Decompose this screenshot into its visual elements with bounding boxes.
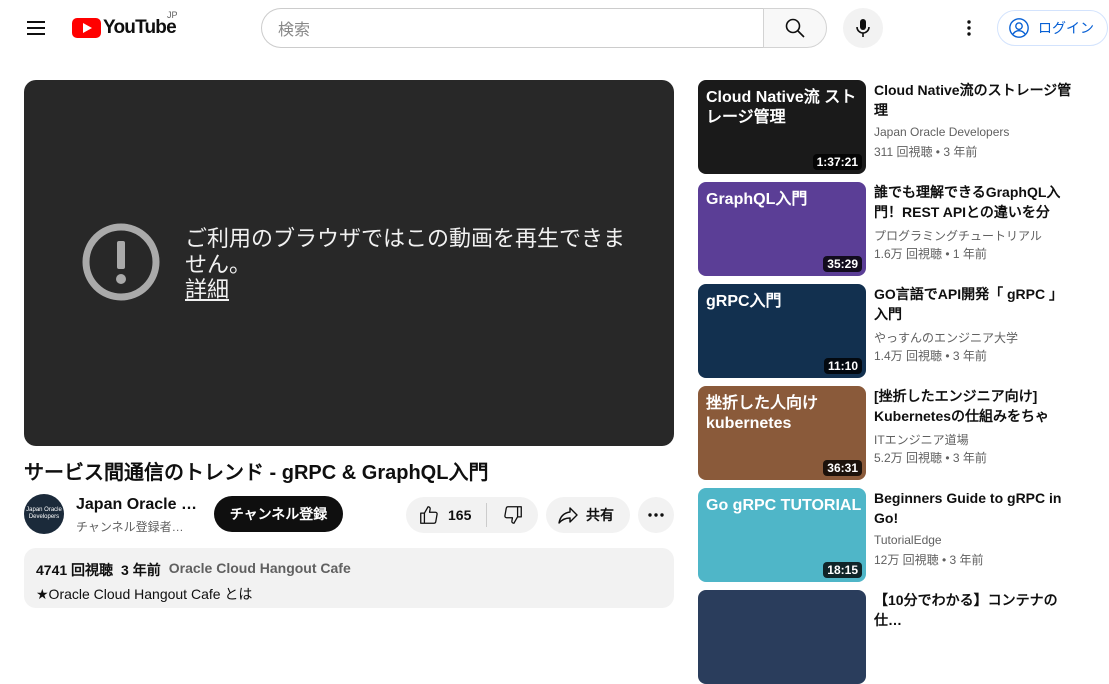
- search-bar: 検索: [261, 8, 827, 48]
- thumbnail-text: Go gRPC TUTORIAL: [706, 497, 862, 514]
- top-bar: YouTube JP 検索 ログイン: [0, 0, 1109, 56]
- video-player[interactable]: ご利用のブラウザではこの動画を再生できません。 詳細: [24, 80, 674, 446]
- thumbnail-text: gRPC入門: [706, 293, 782, 310]
- recommendation-stats: 311 回視聴 • 3 年前: [874, 145, 978, 159]
- thumbnail-text: 挫折した人向け kubernetes: [706, 395, 819, 432]
- description-text: ★Oracle Cloud Hangout Cafe とは: [36, 586, 253, 602]
- video-thumbnail[interactable]: 挫折した人向け kubernetes 36:31: [698, 386, 866, 480]
- dislike-button[interactable]: [487, 497, 538, 533]
- subscribe-button[interactable]: チャンネル登録: [214, 496, 343, 532]
- channel-avatar[interactable]: Japan Oracle Developers: [24, 494, 64, 534]
- settings-more-button[interactable]: [953, 12, 985, 44]
- video-thumbnail[interactable]: GraphQL入門 35:29: [698, 182, 866, 276]
- thumbs-down-icon: [503, 506, 522, 524]
- share-icon: [558, 507, 578, 524]
- duration-badge: 36:31: [823, 460, 862, 476]
- video-thumbnail[interactable]: Go gRPC TUTORIAL 18:15: [698, 488, 866, 582]
- avatar-text: Japan Oracle Developers: [26, 507, 62, 520]
- recommendation-title[interactable]: [挫折したエンジニア向け] Kubernetesの仕組みをちゃん…: [874, 386, 1074, 426]
- thumbs-up-icon: [420, 506, 438, 524]
- recommendation-title[interactable]: GO言語でAPI開発「 gRPC 」入門: [874, 284, 1074, 324]
- recommendation-item[interactable]: gRPC入門 11:10 GO言語でAPI開発「 gRPC 」入門やっすんのエンジニ…: [698, 284, 1098, 378]
- recommendation-channel[interactable]: ITエンジニア道場: [874, 431, 969, 448]
- duration-badge: 18:15: [823, 562, 862, 578]
- playback-error-message: ご利用のブラウザではこの動画を再生できません。: [185, 226, 626, 277]
- like-dislike-group: 165: [406, 497, 538, 533]
- thumbnail-text: GraphQL入門: [706, 191, 808, 208]
- youtube-logo[interactable]: YouTube JP: [72, 10, 178, 40]
- search-button[interactable]: [763, 8, 827, 48]
- recommendation-title[interactable]: 誰でも理解できるGraphQL入門！REST APIとの違いを分か…: [874, 182, 1074, 222]
- recommendation-item[interactable]: 挫折した人向け kubernetes 36:31 [挫折したエンジニア向け] Kub…: [698, 386, 1098, 480]
- recommendation-channel[interactable]: プログラミングチュートリアル: [874, 227, 1042, 244]
- recommendation-item[interactable]: 【10分でわかる】コンテナの仕…: [698, 590, 1098, 684]
- upload-age: 3 年前: [121, 562, 161, 578]
- login-button[interactable]: ログイン: [997, 10, 1108, 46]
- video-title: サービス間通信のトレンド - gRPC & GraphQL入門: [24, 462, 489, 484]
- recommendation-channel[interactable]: TutorialEdge: [874, 533, 942, 547]
- voice-search-button[interactable]: [843, 8, 883, 48]
- duration-badge: 1:37:21: [812, 154, 862, 170]
- view-count: 4741 回視聴: [36, 562, 114, 578]
- recommendation-channel[interactable]: やっすんのエンジニア大学: [874, 329, 1018, 346]
- channel-subscribers: チャンネル登録者…: [76, 520, 184, 534]
- horizontal-dots-icon: [648, 513, 664, 517]
- thumbnail-text: Cloud Native流 ストレージ管理: [706, 89, 857, 126]
- search-icon: [785, 18, 805, 38]
- duration-badge: 11:10: [823, 358, 862, 374]
- share-button[interactable]: 共有: [546, 497, 630, 533]
- recommendation-stats: 12万 回視聴 • 3 年前: [874, 553, 984, 567]
- video-thumbnail[interactable]: [698, 590, 866, 684]
- region-label: JP: [167, 10, 178, 20]
- duration-badge: 35:29: [823, 256, 862, 272]
- channel-name[interactable]: Japan Oracle …: [76, 496, 197, 514]
- recommendation-title[interactable]: Beginners Guide to gRPC in Go!: [874, 488, 1074, 528]
- logo-text: YouTube: [103, 17, 177, 38]
- recommendation-stats: 5.2万 回視聴 • 3 年前: [874, 451, 987, 465]
- account-circle-icon: [1009, 18, 1029, 38]
- share-label: 共有: [586, 507, 614, 523]
- recommendation-stats: 1.4万 回視聴 • 3 年前: [874, 349, 987, 363]
- like-button[interactable]: 165: [406, 497, 486, 533]
- search-input[interactable]: 検索: [261, 8, 763, 48]
- vertical-dots-icon: [967, 20, 971, 36]
- description-meta: 4741 回視聴 3 年前 Oracle Cloud Hangout Cafe: [36, 560, 662, 580]
- video-thumbnail[interactable]: gRPC入門 11:10: [698, 284, 866, 378]
- details-link[interactable]: 詳細: [185, 272, 229, 304]
- video-thumbnail[interactable]: Cloud Native流 ストレージ管理 1:37:21: [698, 80, 866, 174]
- microphone-icon: [856, 19, 870, 37]
- recommendation-item[interactable]: Go gRPC TUTORIAL 18:15 Beginners Guide to …: [698, 488, 1098, 582]
- hamburger-menu-icon[interactable]: [20, 12, 52, 44]
- recommendation-channel[interactable]: Japan Oracle Developers: [874, 125, 1009, 139]
- error-icon: [82, 223, 160, 301]
- youtube-play-icon: [72, 18, 101, 38]
- recommendation-stats: 1.6万 回視聴 • 1 年前: [874, 247, 987, 261]
- more-actions-button[interactable]: [638, 497, 674, 533]
- recommendation-item[interactable]: GraphQL入門 35:29 誰でも理解できるGraphQL入門！REST API…: [698, 182, 1098, 276]
- recommendation-item[interactable]: Cloud Native流 ストレージ管理 1:37:21 Cloud Native…: [698, 80, 1098, 174]
- login-label: ログイン: [1038, 20, 1094, 36]
- recommendation-title[interactable]: Cloud Native流のストレージ管理: [874, 80, 1074, 120]
- recommendation-title[interactable]: 【10分でわかる】コンテナの仕…: [874, 590, 1074, 630]
- description-tag[interactable]: Oracle Cloud Hangout Cafe: [169, 560, 351, 580]
- description-box[interactable]: 4741 回視聴 3 年前 Oracle Cloud Hangout Cafe …: [24, 548, 674, 608]
- like-count: 165: [448, 507, 472, 523]
